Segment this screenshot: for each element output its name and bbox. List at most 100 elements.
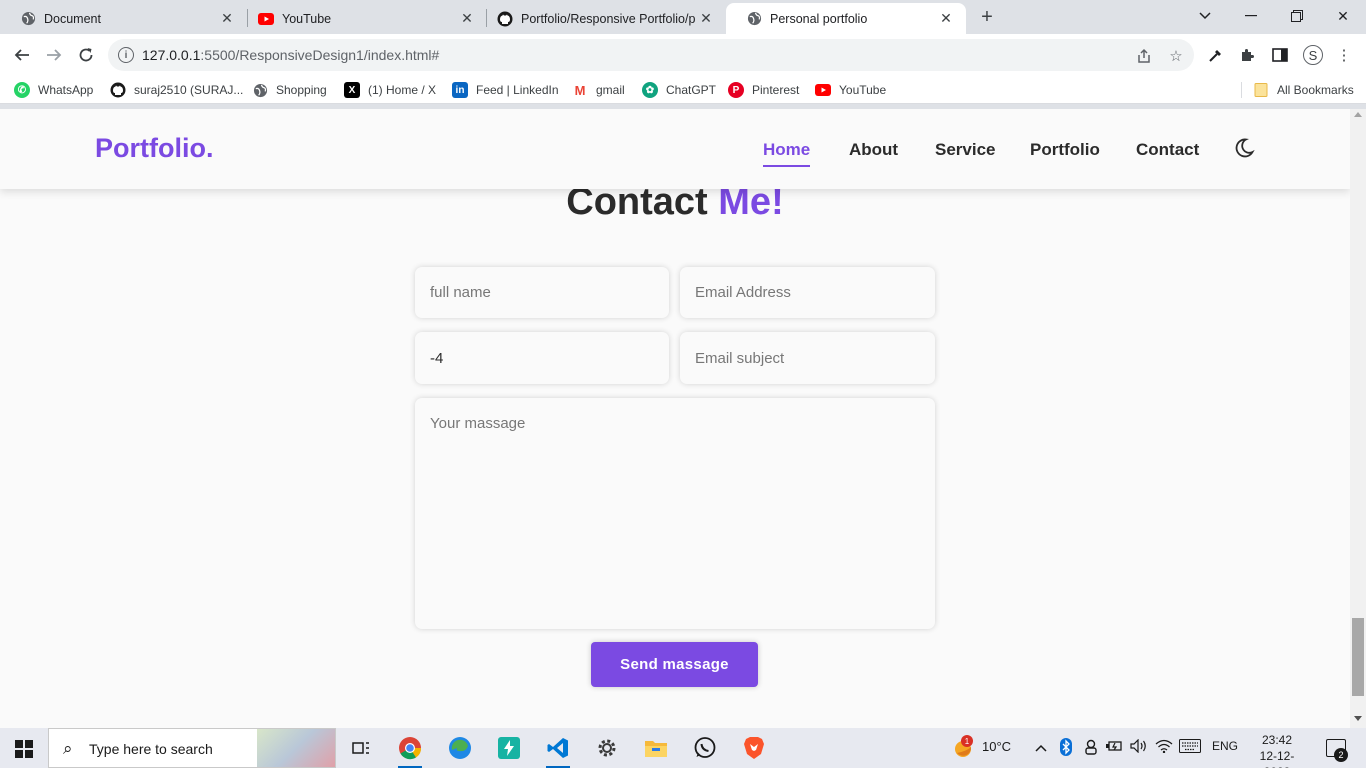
browser-tab-strip: Document ✕ YouTube ✕ Portfolio/Responsiv… [0, 0, 1366, 34]
bookmark-youtube[interactable]: YouTube [815, 81, 886, 99]
app-bolt-icon[interactable] [495, 734, 523, 762]
chatgpt-icon: ✿ [642, 82, 658, 98]
bookmarks-divider [1241, 82, 1242, 98]
email-subject-input[interactable] [680, 332, 935, 384]
language-indicator[interactable]: ENG [1212, 739, 1238, 753]
share-icon[interactable] [1135, 47, 1153, 65]
file-explorer-icon[interactable] [642, 734, 670, 762]
nav-contact[interactable]: Contact [1136, 140, 1199, 160]
windows-taskbar: ⌕ Type here to search 1 10°C ENG 23:42 1… [0, 728, 1366, 768]
touch-keyboard-icon[interactable] [1179, 739, 1201, 756]
bookmark-pinterest[interactable]: P Pinterest [728, 81, 799, 99]
reload-icon[interactable] [74, 43, 98, 67]
volume-speaker-icon[interactable] [1130, 738, 1148, 756]
task-view-icon[interactable] [347, 734, 375, 762]
meet-now-icon[interactable] [1084, 739, 1098, 758]
whatsapp-icon: ✆ [14, 82, 30, 98]
browser-toolbar: i 127.0.0.1:5500/ResponsiveDesign1/index… [0, 34, 1366, 76]
full-name-input[interactable] [415, 267, 669, 318]
search-highlight-image [257, 729, 335, 767]
tab-title: YouTube [282, 11, 332, 26]
scroll-up-arrow-icon[interactable] [1354, 112, 1362, 117]
edge-icon[interactable] [446, 734, 474, 762]
bookmark-gmail[interactable]: M gmail [572, 81, 625, 99]
scrollbar-thumb[interactable] [1352, 618, 1364, 696]
chrome-icon[interactable] [396, 734, 424, 768]
number-input[interactable] [415, 332, 669, 384]
tab-document[interactable]: Document ✕ [0, 3, 247, 34]
weather-temperature[interactable]: 10°C [982, 739, 1011, 754]
bookmark-label: All Bookmarks [1277, 83, 1354, 97]
bookmark-shopping[interactable]: Shopping [252, 81, 327, 99]
battery-power-icon[interactable] [1106, 739, 1124, 756]
dark-mode-moon-icon[interactable] [1233, 137, 1255, 159]
new-tab-plus-icon[interactable]: + [976, 6, 998, 28]
bookmark-chatgpt[interactable]: ✿ ChatGPT [642, 81, 716, 99]
eyedropper-extension-icon[interactable] [1206, 45, 1226, 65]
close-tab-icon[interactable]: ✕ [938, 10, 954, 27]
send-message-button[interactable]: Send massage [591, 642, 758, 687]
menu-kebab-icon[interactable]: ⋮ [1334, 45, 1354, 65]
bookmark-label: (1) Home / X [368, 83, 437, 97]
site-info-icon[interactable]: i [118, 47, 134, 63]
bookmark-linkedin[interactable]: in Feed | LinkedIn [452, 81, 559, 99]
tab-github-portfolio[interactable]: Portfolio/Responsive Portfolio/p ✕ [477, 3, 726, 34]
scroll-down-arrow-icon[interactable] [1354, 716, 1362, 721]
bluetooth-icon[interactable] [1060, 738, 1072, 759]
close-tab-icon[interactable]: ✕ [459, 10, 475, 27]
nav-service[interactable]: Service [935, 140, 996, 160]
show-hidden-icons-chevron-icon[interactable] [1035, 739, 1047, 755]
all-bookmarks[interactable]: All Bookmarks [1253, 81, 1354, 99]
restore-icon[interactable] [1284, 4, 1310, 28]
bookmark-label: gmail [596, 83, 625, 97]
site-logo[interactable]: Portfolio. [95, 133, 213, 164]
message-textarea[interactable] [415, 398, 935, 629]
windows-start-icon[interactable] [15, 740, 33, 758]
close-tab-icon[interactable]: ✕ [219, 10, 235, 27]
clock-date: 12-12-2023 [1259, 749, 1295, 768]
linkedin-icon: in [452, 82, 468, 98]
address-bar[interactable]: i 127.0.0.1:5500/ResponsiveDesign1/index… [108, 39, 1194, 71]
search-icon: ⌕ [63, 739, 73, 758]
whatsapp-icon[interactable] [691, 734, 719, 762]
x-icon: X [344, 82, 360, 98]
gmail-icon: M [572, 82, 588, 98]
tab-personal-portfolio[interactable]: Personal portfolio ✕ [726, 3, 966, 34]
taskbar-search-box[interactable]: ⌕ Type here to search [48, 728, 336, 768]
bookmark-label: WhatsApp [38, 83, 94, 97]
side-panel-icon[interactable] [1270, 45, 1290, 65]
tab-title: Personal portfolio [770, 11, 868, 26]
bookmark-github[interactable]: suraj2510 (SURAJ... [110, 81, 243, 99]
vscode-icon[interactable] [544, 734, 572, 768]
nav-home[interactable]: Home [763, 140, 811, 167]
url-path: :5500/ResponsiveDesign1/index.html# [200, 47, 440, 63]
bookmark-label: ChatGPT [666, 83, 717, 97]
globe-icon [20, 11, 36, 27]
tab-youtube[interactable]: YouTube ✕ [238, 3, 487, 34]
bookmark-x[interactable]: X (1) Home / X [344, 81, 436, 99]
profile-avatar[interactable]: S [1303, 45, 1323, 65]
search-placeholder: Type here to search [89, 741, 213, 757]
tab-search-chevron-icon[interactable] [1192, 4, 1218, 28]
tab-title: Portfolio/Responsive Portfolio/p [521, 11, 696, 26]
nav-portfolio[interactable]: Portfolio [1030, 140, 1100, 160]
settings-gear-icon[interactable] [593, 734, 621, 762]
site-header: Portfolio. Home About Service Portfolio … [0, 109, 1350, 189]
clock-time: 23:42 [1261, 733, 1293, 747]
close-window-icon[interactable]: ✕ [1330, 4, 1356, 28]
minimize-icon[interactable] [1238, 4, 1264, 28]
bookmark-label: suraj2510 (SURAJ... [134, 83, 244, 97]
bookmark-star-icon[interactable]: ☆ [1167, 47, 1185, 65]
wifi-icon[interactable] [1155, 739, 1173, 756]
back-arrow-icon[interactable] [10, 43, 34, 67]
bookmarks-bar: ✆ WhatsApp suraj2510 (SURAJ... Shopping … [0, 76, 1366, 104]
bookmark-whatsapp[interactable]: ✆ WhatsApp [14, 81, 93, 99]
taskbar-clock[interactable]: 23:42 12-12-2023 [1249, 732, 1305, 768]
brave-icon[interactable] [740, 734, 768, 762]
close-tab-icon[interactable]: ✕ [698, 10, 714, 27]
email-address-input[interactable] [680, 267, 935, 318]
extensions-puzzle-icon[interactable] [1238, 45, 1258, 65]
forward-arrow-icon[interactable] [42, 43, 66, 67]
nav-about[interactable]: About [849, 140, 898, 160]
bookmark-label: Shopping [276, 83, 327, 97]
